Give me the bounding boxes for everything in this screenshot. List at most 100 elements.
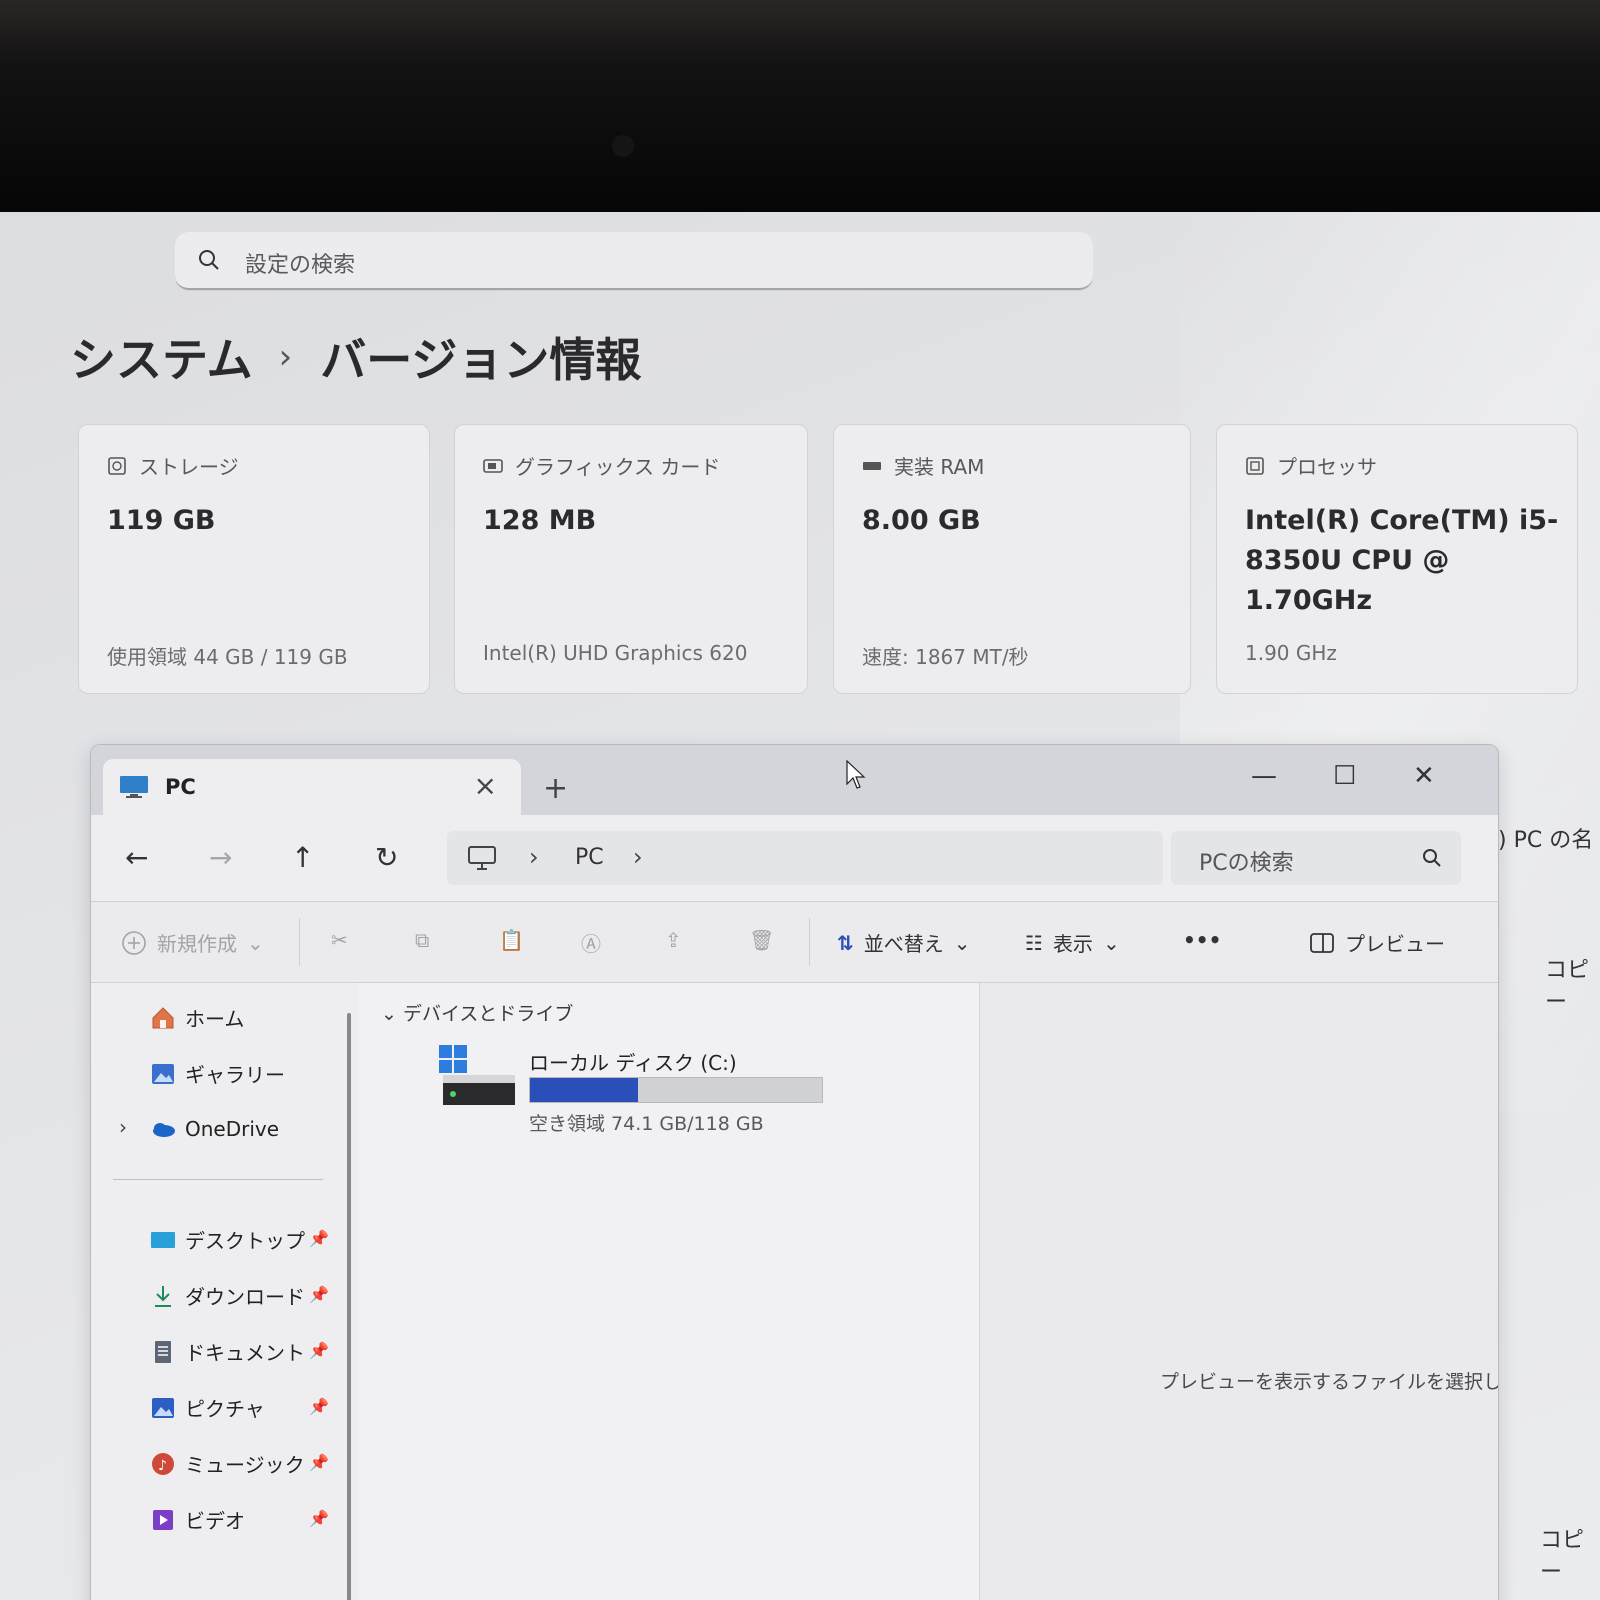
search-icon xyxy=(1423,849,1441,867)
file-list-pane: ⌄ デバイスとドライブ ローカル ディスク (C:) 空き領域 74.1 GB/… xyxy=(359,983,979,1600)
pin-icon[interactable]: 📌 xyxy=(309,1453,329,1472)
share-icon[interactable]: ⇪ xyxy=(665,928,682,952)
page-title: バージョン情報 xyxy=(320,333,642,387)
ram-card-header: 実装 RAM xyxy=(862,451,984,480)
address-bar[interactable]: › PC › xyxy=(447,831,1163,885)
sidebar-item-label: ダウンロード xyxy=(185,1285,305,1309)
preview-pane-button[interactable]: プレビュー xyxy=(1309,928,1445,957)
preview-button-label: プレビュー xyxy=(1345,932,1445,956)
storage-detail: 使用領域 44 GB / 119 GB xyxy=(107,645,348,669)
graphics-card-icon xyxy=(483,458,503,473)
sidebar-item-home[interactable]: ホーム xyxy=(149,1003,244,1032)
processor-icon xyxy=(1246,456,1264,475)
storage-icon xyxy=(108,456,126,475)
sidebar-item-videos[interactable]: ビデオ xyxy=(149,1505,245,1534)
drive-usage-bar xyxy=(529,1077,823,1103)
pin-icon[interactable]: 📌 xyxy=(309,1509,329,1528)
sort-button[interactable]: ⇅ 並べ替え ⌄ xyxy=(837,928,971,957)
delete-icon[interactable]: 🗑 xyxy=(749,928,774,952)
drive-free-space: 空き領域 74.1 GB/118 GB xyxy=(529,1113,764,1135)
refresh-icon[interactable]: ↻ xyxy=(375,841,398,874)
storage-value: 119 GB xyxy=(107,505,216,536)
pin-icon[interactable]: 📌 xyxy=(309,1341,329,1360)
graphics-value: 128 MB xyxy=(483,505,597,536)
onedrive-cloud-icon xyxy=(153,1123,175,1137)
pin-icon[interactable]: 📌 xyxy=(309,1285,329,1304)
group-header-label: デバイスとドライブ xyxy=(402,1003,574,1025)
copy-button[interactable]: コピー xyxy=(1545,952,1600,1016)
ram-label: 実装 RAM xyxy=(894,455,985,479)
new-tab-icon[interactable]: + xyxy=(543,771,568,806)
graphics-detail: Intel(R) UHD Graphics 620 xyxy=(483,641,748,665)
up-arrow-icon[interactable]: ↑ xyxy=(291,841,314,874)
explorer-search-box[interactable]: PCの検索 xyxy=(1171,831,1461,885)
sidebar-item-label: ホーム xyxy=(185,1007,245,1031)
copy-button-2[interactable]: コピー xyxy=(1540,1522,1600,1586)
home-icon xyxy=(152,1006,174,1028)
paste-icon[interactable]: 📋 xyxy=(499,928,524,952)
divider xyxy=(299,918,300,966)
more-options-button[interactable]: ••• xyxy=(1183,928,1221,952)
storage-card[interactable]: ストレージ 119 GB 使用領域 44 GB / 119 GB xyxy=(78,424,430,694)
title-bar[interactable]: PC × + — ☐ ✕ xyxy=(91,745,1498,817)
sidebar-item-documents[interactable]: ドキュメント xyxy=(149,1337,305,1366)
storage-label: ストレージ xyxy=(139,455,239,479)
navigation-bar: ← → ↑ ↻ › PC › PCの検索 xyxy=(91,817,1498,902)
group-header[interactable]: ⌄ デバイスとドライブ xyxy=(381,999,573,1026)
sort-icon: ⇅ xyxy=(837,930,854,955)
drive-item-c[interactable]: ローカル ディスク (C:) 空き領域 74.1 GB/118 GB xyxy=(439,1043,859,1143)
processor-card-header: プロセッサ xyxy=(1245,451,1377,480)
chevron-right-icon[interactable]: › xyxy=(119,1115,127,1139)
forward-arrow-icon[interactable]: → xyxy=(209,841,232,874)
pin-icon[interactable]: 📌 xyxy=(309,1229,329,1248)
desktop-icon xyxy=(151,1231,175,1248)
minimize-icon[interactable]: — xyxy=(1251,761,1277,791)
breadcrumb: システム › バージョン情報 xyxy=(70,324,641,390)
processor-card[interactable]: プロセッサ Intel(R) Core(TM) i5-8350U CPU @ 1… xyxy=(1216,424,1578,694)
file-explorer-window: PC × + — ☐ ✕ ← → ↑ ↻ › PC › PCの検索 新規作成 ⌄… xyxy=(90,744,1499,1600)
view-button[interactable]: ☷ 表示 ⌄ xyxy=(1025,928,1120,957)
sidebar-item-label: デスクトップ xyxy=(185,1229,305,1253)
tab-title: PC xyxy=(165,775,196,799)
rename-icon[interactable]: Ⓐ xyxy=(581,928,601,957)
sidebar-item-gallery[interactable]: ギャラリー xyxy=(149,1059,285,1088)
pin-icon[interactable]: 📌 xyxy=(309,1397,329,1416)
navigation-pane: ホーム ギャラリー › OneDrive デスクトップ 📌 ダウンロード 📌 ド… xyxy=(91,983,353,1600)
pictures-icon xyxy=(152,1397,174,1418)
copy-icon[interactable]: ⧉ xyxy=(415,928,429,952)
ram-value: 8.00 GB xyxy=(862,505,981,536)
monitor-bezel xyxy=(0,0,1600,225)
graphics-card-header: グラフィックス カード xyxy=(483,451,720,480)
back-arrow-icon[interactable]: ← xyxy=(125,841,148,874)
new-button[interactable]: 新規作成 ⌄ xyxy=(121,928,264,957)
chevron-right-icon[interactable]: › xyxy=(529,843,539,871)
ram-card[interactable]: 実装 RAM 8.00 GB 速度: 1867 MT/秒 xyxy=(833,424,1191,694)
processor-label: プロセッサ xyxy=(1277,455,1377,479)
settings-search-placeholder: 設定の検索 xyxy=(245,253,356,278)
tab-pc[interactable]: PC × xyxy=(103,759,521,817)
graphics-card[interactable]: グラフィックス カード 128 MB Intel(R) UHD Graphics… xyxy=(454,424,808,694)
sidebar-item-music[interactable]: ♪ ミュージック xyxy=(149,1449,305,1478)
settings-search-box[interactable]: 設定の検索 xyxy=(175,232,1093,290)
monitor-icon xyxy=(468,846,496,870)
close-window-icon[interactable]: ✕ xyxy=(1413,761,1435,791)
maximize-icon[interactable]: ☐ xyxy=(1333,761,1356,791)
ram-detail: 速度: 1867 MT/秒 xyxy=(862,645,1029,669)
close-tab-icon[interactable]: × xyxy=(474,769,497,802)
sort-button-label: 並べ替え xyxy=(863,932,944,956)
computer-icon xyxy=(120,776,148,798)
mouse-cursor-icon xyxy=(846,760,866,789)
address-segment-pc[interactable]: PC xyxy=(575,845,604,870)
sidebar-item-pictures[interactable]: ピクチャ xyxy=(149,1393,265,1422)
processor-value: Intel(R) Core(TM) i5-8350U CPU @ 1.70GHz xyxy=(1245,505,1559,616)
command-bar: 新規作成 ⌄ ✂ ⧉ 📋 Ⓐ ⇪ 🗑 ⇅ 並べ替え ⌄ ☷ 表示 ⌄ ••• プ… xyxy=(91,902,1498,983)
pc-name-label-peek: ) PC の名 xyxy=(1498,828,1594,853)
sidebar-item-desktop[interactable]: デスクトップ xyxy=(149,1225,305,1254)
navigation-pane-scrollbar[interactable] xyxy=(347,1013,351,1600)
sidebar-item-downloads[interactable]: ダウンロード xyxy=(149,1281,305,1310)
chevron-down-icon: ⌄ xyxy=(953,930,971,955)
chevron-right-icon-2[interactable]: › xyxy=(633,843,643,871)
cut-icon[interactable]: ✂ xyxy=(331,928,348,952)
sidebar-item-onedrive[interactable]: OneDrive xyxy=(149,1115,279,1143)
breadcrumb-parent[interactable]: システム xyxy=(70,324,253,390)
